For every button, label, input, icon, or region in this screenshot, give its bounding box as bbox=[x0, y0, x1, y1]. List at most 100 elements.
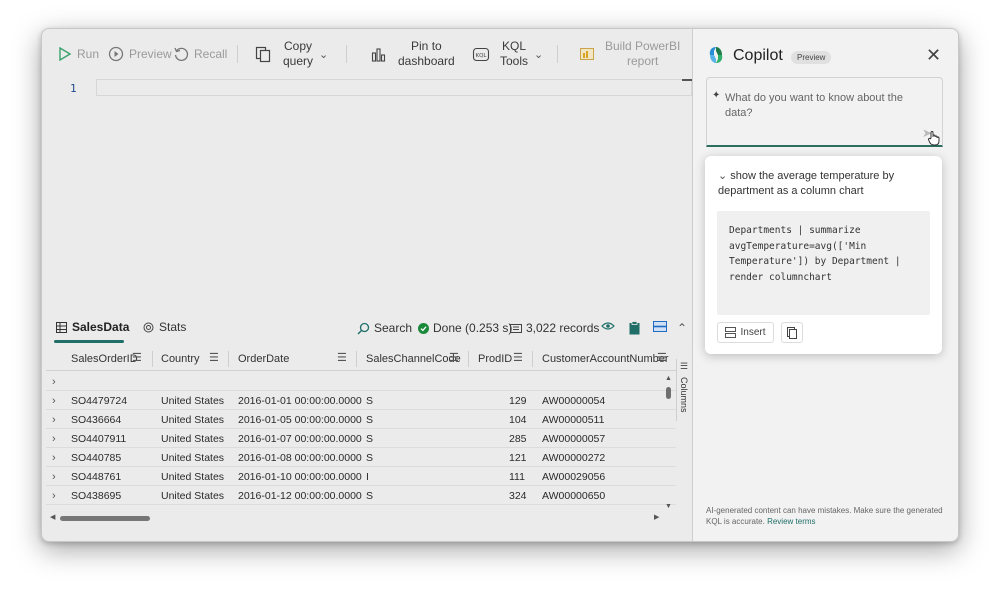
column-divider bbox=[356, 351, 357, 367]
copy-query-button[interactable]: Copy query ⌄ bbox=[255, 29, 328, 79]
recall-button[interactable]: Recall bbox=[173, 29, 227, 79]
stats-icon bbox=[143, 322, 154, 332]
chevron-right-icon[interactable]: › bbox=[52, 433, 56, 445]
panel-layout-icon bbox=[653, 321, 667, 332]
active-tab-indicator bbox=[54, 340, 124, 343]
column-header[interactable]: SalesOrderID bbox=[71, 353, 138, 365]
editor-current-line[interactable] bbox=[96, 79, 692, 96]
review-terms-link[interactable]: Review terms bbox=[767, 517, 815, 526]
search-icon bbox=[357, 322, 370, 334]
scroll-up-icon[interactable]: ▲ bbox=[665, 375, 672, 382]
chevron-right-icon[interactable]: › bbox=[52, 376, 56, 388]
clipboard-button[interactable] bbox=[629, 321, 640, 335]
column-divider bbox=[152, 351, 153, 367]
table-row[interactable]: › SO448761 United States 2016-01-10 00:0… bbox=[46, 467, 676, 486]
copy-icon bbox=[255, 46, 271, 62]
chevron-down-icon[interactable]: ⌄ bbox=[718, 170, 727, 182]
clipboard-icon bbox=[629, 321, 640, 335]
grid-header: SalesOrderID ☰ Country ☰ OrderDate ☰ Sal… bbox=[46, 347, 676, 371]
results-header: SalesData Stats Search Done (0.253 s) 3,… bbox=[42, 311, 692, 345]
column-menu-icon[interactable]: ☰ bbox=[657, 351, 667, 364]
tab-stats[interactable]: Stats bbox=[143, 320, 186, 334]
scroll-down-icon[interactable]: ▼ bbox=[665, 503, 672, 510]
build-powerbi-report-button[interactable]: Build PowerBI report bbox=[579, 29, 680, 79]
scroll-right-icon[interactable]: ▶ bbox=[654, 513, 659, 521]
chevron-right-icon[interactable]: › bbox=[52, 414, 56, 426]
preview-badge: Preview bbox=[791, 51, 832, 64]
chevron-down-icon: ⌄ bbox=[534, 48, 544, 61]
column-header[interactable]: ProdID bbox=[478, 353, 512, 365]
results-grid: SalesOrderID ☰ Country ☰ OrderDate ☰ Sal… bbox=[46, 347, 676, 527]
run-button[interactable]: Run bbox=[58, 29, 99, 79]
eye-icon bbox=[601, 322, 615, 330]
chevron-up-icon: ⌃ bbox=[677, 321, 688, 335]
toolbar-divider bbox=[237, 45, 238, 63]
bar-chart-icon bbox=[371, 47, 386, 62]
columns-icon: ☰ bbox=[680, 361, 689, 371]
success-check-icon bbox=[418, 322, 429, 334]
record-count: 3,022 records bbox=[510, 321, 599, 335]
columns-side-panel[interactable]: ☰ Columns bbox=[676, 359, 690, 421]
close-icon[interactable]: ✕ bbox=[926, 46, 941, 64]
column-divider bbox=[532, 351, 533, 367]
preview-icon bbox=[108, 46, 124, 62]
column-header[interactable]: OrderDate bbox=[238, 353, 289, 365]
column-header[interactable]: SalesChannelCode bbox=[366, 353, 461, 365]
vertical-scroll-thumb[interactable] bbox=[666, 387, 671, 399]
toolbar: Run Preview Recall Copy query ⌄ Pin to das… bbox=[42, 29, 692, 79]
recall-icon bbox=[174, 47, 189, 61]
chevron-right-icon[interactable]: › bbox=[52, 471, 56, 483]
table-icon bbox=[56, 321, 67, 333]
toolbar-divider bbox=[557, 45, 558, 63]
horizontal-scroll-thumb[interactable] bbox=[60, 516, 150, 521]
insert-button[interactable]: Insert bbox=[717, 322, 774, 343]
visibility-toggle[interactable] bbox=[601, 321, 615, 331]
table-row[interactable]: › SO436664 United States 2016-01-05 00:0… bbox=[46, 410, 676, 429]
generated-kql-code: Departments | summarize avgTemperature=a… bbox=[717, 211, 930, 315]
preview-button[interactable]: Preview bbox=[108, 29, 172, 79]
column-header[interactable]: Country bbox=[161, 353, 200, 365]
kql-tools-button[interactable]: KQL KQL Tools ⌄ bbox=[472, 29, 543, 79]
suggestion-prompt[interactable]: ⌄ show the average temperature by departm… bbox=[718, 169, 930, 199]
pin-to-dashboard-button[interactable]: Pin to dashboard bbox=[371, 29, 455, 79]
chevron-right-icon[interactable]: › bbox=[52, 490, 56, 502]
column-menu-icon[interactable]: ☰ bbox=[337, 351, 347, 364]
column-menu-icon[interactable]: ☰ bbox=[209, 351, 219, 364]
column-menu-icon[interactable]: ☰ bbox=[513, 351, 523, 364]
layout-toggle[interactable] bbox=[653, 321, 667, 332]
editor-scroll-marker bbox=[682, 79, 692, 81]
column-menu-icon[interactable]: ☰ bbox=[132, 351, 142, 364]
table-row[interactable]: › SO4407911 United States 2016-01-07 00:… bbox=[46, 429, 676, 448]
line-number: 1 bbox=[70, 82, 77, 95]
search-button[interactable]: Search bbox=[357, 321, 412, 335]
copilot-title: Copilot bbox=[733, 47, 783, 64]
toolbar-divider bbox=[346, 45, 347, 63]
column-menu-icon[interactable]: ☰ bbox=[449, 351, 459, 364]
column-divider bbox=[468, 351, 469, 367]
chevron-right-icon[interactable]: › bbox=[52, 395, 56, 407]
kql-tools-icon: KQL bbox=[472, 47, 490, 61]
column-header[interactable]: CustomerAccountNumber bbox=[542, 353, 669, 365]
play-icon bbox=[59, 47, 71, 61]
records-icon bbox=[510, 323, 522, 333]
copilot-logo-icon bbox=[709, 47, 723, 63]
table-row[interactable]: › bbox=[46, 372, 676, 391]
copy-icon bbox=[787, 326, 797, 339]
insert-icon bbox=[725, 327, 737, 338]
copy-button[interactable] bbox=[781, 322, 803, 343]
copilot-question-input[interactable]: ✦ What do you want to know about the dat… bbox=[706, 77, 943, 147]
query-editor[interactable]: 1 bbox=[46, 79, 692, 335]
chevron-right-icon[interactable]: › bbox=[52, 452, 56, 464]
table-row[interactable]: › SO4479724 United States 2016-01-01 00:… bbox=[46, 391, 676, 410]
powerbi-icon bbox=[580, 48, 594, 60]
sparkle-icon: ✦ bbox=[712, 90, 721, 101]
ai-disclaimer: AI-generated content can have mistakes. … bbox=[706, 506, 943, 526]
table-row[interactable]: › SO440785 United States 2016-01-08 00:0… bbox=[46, 448, 676, 467]
tab-salesdata[interactable]: SalesData bbox=[56, 320, 129, 334]
column-divider bbox=[228, 351, 229, 367]
scroll-left-icon[interactable]: ◀ bbox=[50, 513, 55, 521]
hand-cursor-icon bbox=[928, 131, 940, 146]
table-row[interactable]: › SO438695 United States 2016-01-12 00:0… bbox=[46, 486, 676, 505]
query-status: Done (0.253 s) bbox=[418, 321, 512, 335]
collapse-results-button[interactable]: ⌃ bbox=[677, 321, 687, 335]
